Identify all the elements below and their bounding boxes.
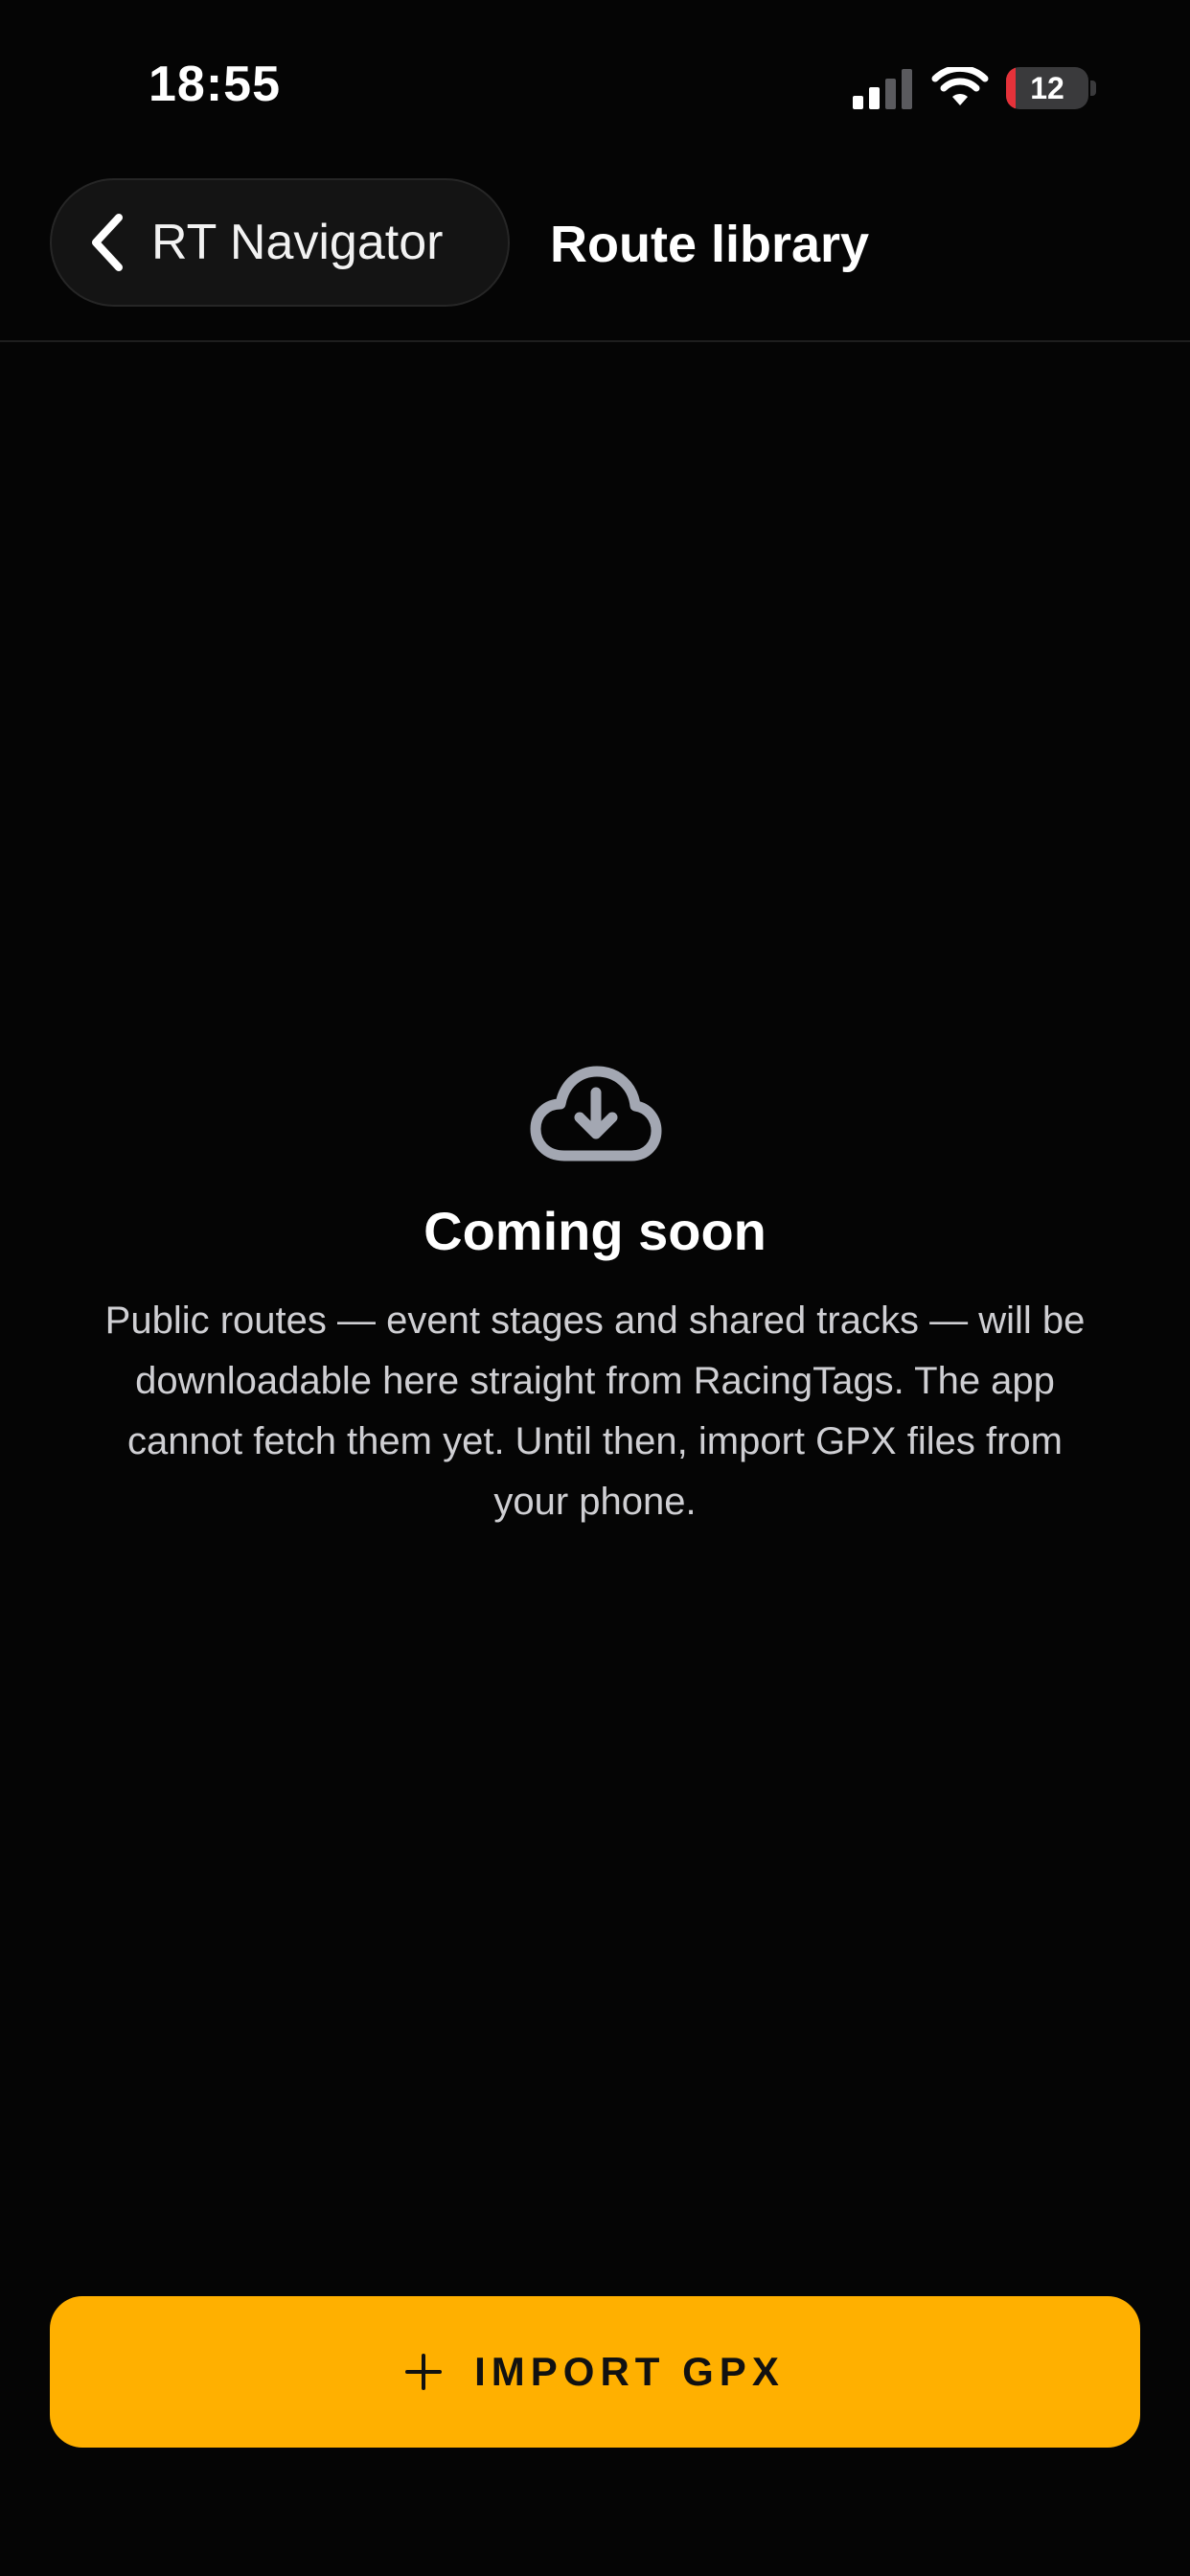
battery-icon: 12: [1006, 67, 1088, 109]
import-gpx-label: IMPORT GPX: [474, 2349, 785, 2394]
empty-state-title: Coming soon: [423, 1201, 767, 1261]
wifi-icon: [931, 67, 989, 105]
plus-icon: [405, 2354, 443, 2390]
cloud-download-icon: [530, 1066, 662, 1162]
back-button[interactable]: RT Navigator: [50, 178, 510, 307]
import-gpx-button[interactable]: IMPORT GPX: [50, 2296, 1140, 2448]
battery-level: 12: [1030, 70, 1064, 105]
chevron-left-icon: [92, 214, 123, 271]
cellular-signal-icon: [853, 69, 912, 109]
empty-state: Coming soon Public routes — event stages…: [0, 1064, 1190, 1532]
nav-bar: RT Navigator Route library: [0, 172, 1190, 342]
battery-tip: [1090, 80, 1096, 96]
status-time: 18:55: [149, 57, 281, 112]
status-bar: 18:55 12: [0, 0, 1190, 172]
empty-state-description: Public routes — event stages and shared …: [104, 1300, 1086, 1523]
back-button-label: RT Navigator: [151, 215, 444, 270]
page-title: Route library: [550, 216, 870, 273]
